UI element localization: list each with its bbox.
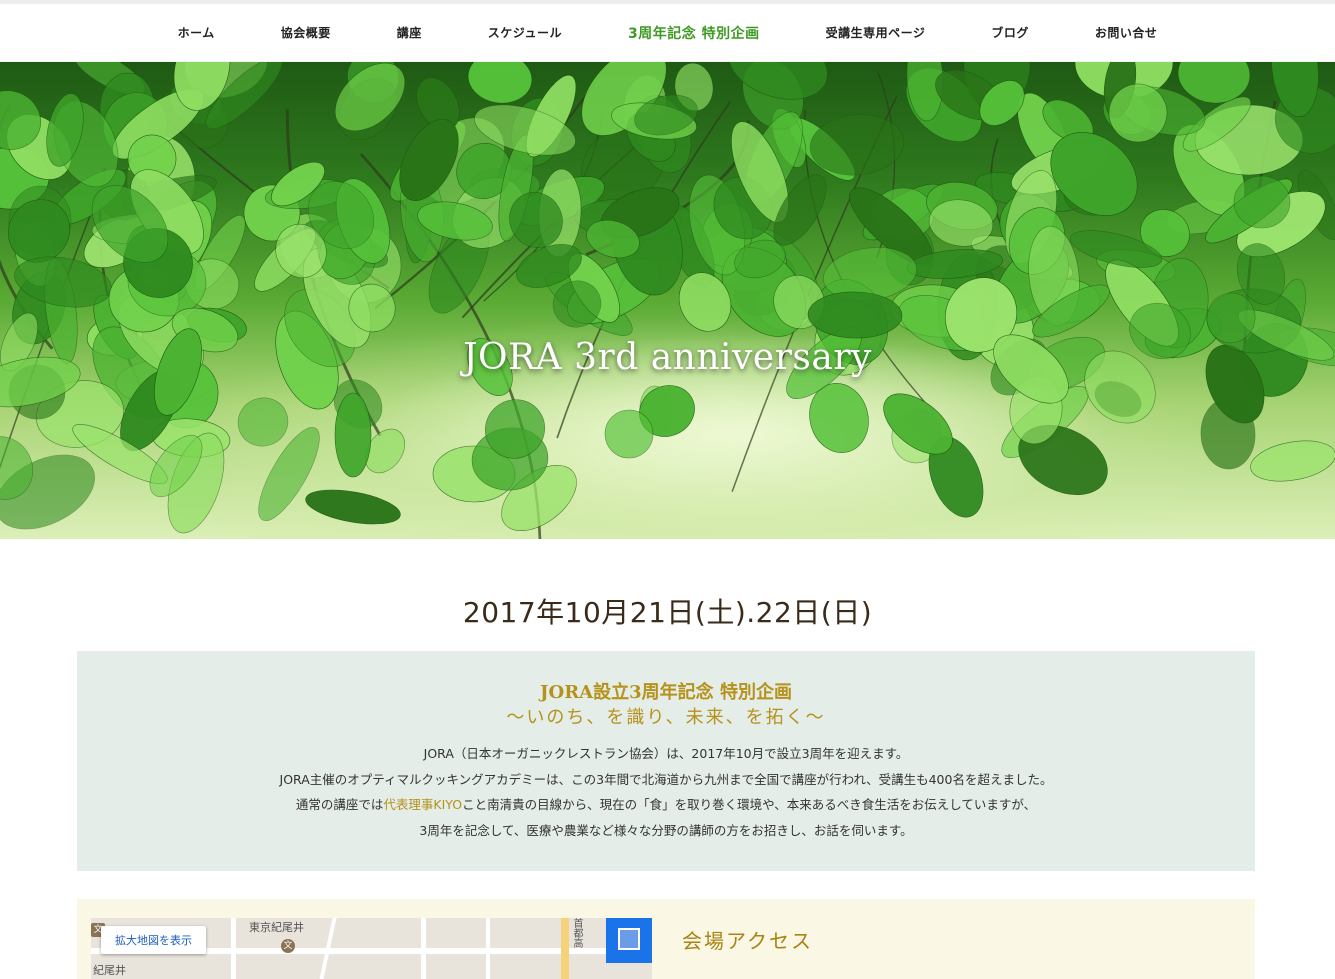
nav-home[interactable]: ホーム — [145, 24, 248, 41]
school-icon: 文 — [281, 939, 295, 953]
intro-subheading: 〜いのち、を識り、未来、を拓く〜 — [506, 707, 826, 728]
map-label-kioi: 東京紀尾井 — [249, 921, 304, 934]
intro-panel: JORA設立3周年記念 特別企画 〜いのち、を識り、未来、を拓く〜 JORA（日… — [77, 651, 1255, 871]
map-road — [486, 918, 490, 979]
nav-3rd-anniversary[interactable]: 3周年記念 特別企画 — [595, 23, 793, 43]
map-label-expressway: 首都高 — [571, 918, 582, 948]
enlarge-map-button[interactable]: 拡大地図を表示 — [101, 926, 206, 954]
venue-map[interactable]: 東京紀尾井 紀尾井 首都高 文 文 拡大地図を表示 — [91, 918, 652, 979]
nav-courses[interactable]: 講座 — [364, 24, 455, 41]
pegman-icon[interactable] — [618, 928, 640, 950]
map-road — [421, 918, 426, 979]
nav-about[interactable]: 協会概要 — [248, 24, 364, 41]
hero-title: JORA 3rd anniversary — [463, 337, 872, 378]
nav-students-page[interactable]: 受講生専用ページ — [793, 24, 959, 41]
leaves-illustration — [0, 62, 1335, 539]
nav-contact[interactable]: お問い合せ — [1062, 24, 1191, 41]
map-road — [231, 918, 236, 979]
nav-schedule[interactable]: スケジュール — [455, 24, 595, 41]
intro-paragraph-4: 3周年を記念して、医療や農業など様々な分野の講師の方をお招きし、お話を伺います。 — [419, 822, 913, 838]
intro-heading: JORA設立3周年記念 特別企画 — [540, 682, 792, 703]
intro-paragraph-1: JORA（日本オーガニックレストラン協会）は、2017年10月で設立3周年を迎え… — [423, 746, 909, 761]
nav-blog[interactable]: ブログ — [958, 24, 1062, 41]
access-heading: 会場アクセス — [682, 929, 813, 953]
global-nav: ホーム 協会概要 講座 スケジュール 3周年記念 特別企画 受講生専用ページ ブ… — [0, 4, 1335, 62]
intro-paragraph-2: JORA主催のオプティマルクッキングアカデミーは、この3年間で北海道から九州まで… — [279, 771, 1053, 787]
map-highway — [561, 918, 569, 979]
intro-paragraph-3: 通常の講座では代表理事KIYOこと南清貴の目線から、現在の「食」を取り巻く環境や… — [77, 792, 1255, 818]
representative-link[interactable]: 代表理事KIYO — [383, 797, 462, 812]
hero-banner: JORA 3rd anniversary — [0, 62, 1335, 539]
intro-paragraph-3-post: こと南清貴の目線から、現在の「食」を取り巻く環境や、本来あるべき食生活をお伝えし… — [462, 797, 1037, 812]
map-label-kioicho: 紀尾井 — [93, 964, 126, 977]
event-date: 2017年10月21日(土).22日(日) — [462, 596, 873, 629]
access-section: 東京紀尾井 紀尾井 首都高 文 文 拡大地図を表示 会場アクセス — [77, 899, 1255, 979]
intro-paragraph-3-pre: 通常の講座では — [295, 797, 384, 812]
